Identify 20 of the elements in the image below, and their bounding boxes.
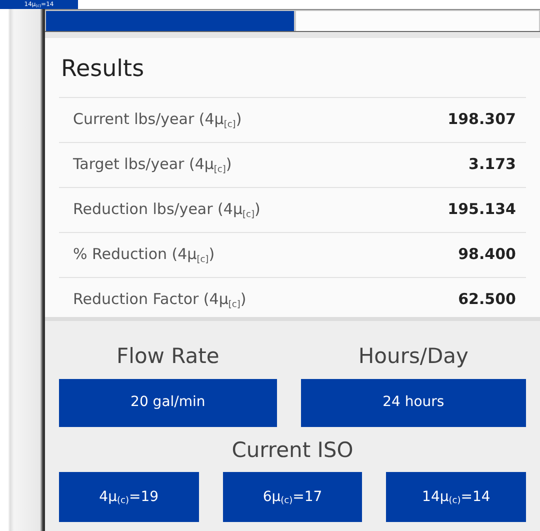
result-label: % Reduction (4μ$_{[c]}$) (73, 244, 215, 266)
result-value: 195.134 (448, 199, 516, 220)
field-label: Hours/Day (357, 343, 470, 370)
result-label: Reduction Factor (4μ$_{[c]}$) (73, 289, 246, 311)
result-label: Target lbs/year (4μ$_{[c]}$) (73, 154, 232, 176)
result-label: Reduction lbs/year (4μ$_{[c]}$) (73, 199, 260, 221)
iso-button[interactable]: 6μ$_{(c)}$=17 (222, 472, 362, 522)
result-value: 62.500 (458, 289, 516, 310)
result-label: Current lbs/year (4μ$_{[c]}$) (73, 109, 242, 131)
iso-button[interactable]: 14μ$_{(c)}$=14 (386, 472, 526, 522)
tab[interactable] (45, 10, 295, 31)
iso-button[interactable]: 4μ$_{(c)}$=19 (59, 472, 199, 522)
result-value: 3.173 (468, 154, 516, 176)
section-label: Current ISO (230, 436, 354, 464)
result-value: 198.307 (448, 109, 516, 130)
value-button[interactable]: 20 gal/min (59, 378, 277, 426)
results-title: Results (61, 55, 146, 84)
field-label: Flow Rate (116, 343, 220, 370)
result-value: 98.400 (458, 244, 516, 266)
value-button[interactable]: 24 hours (300, 378, 526, 426)
